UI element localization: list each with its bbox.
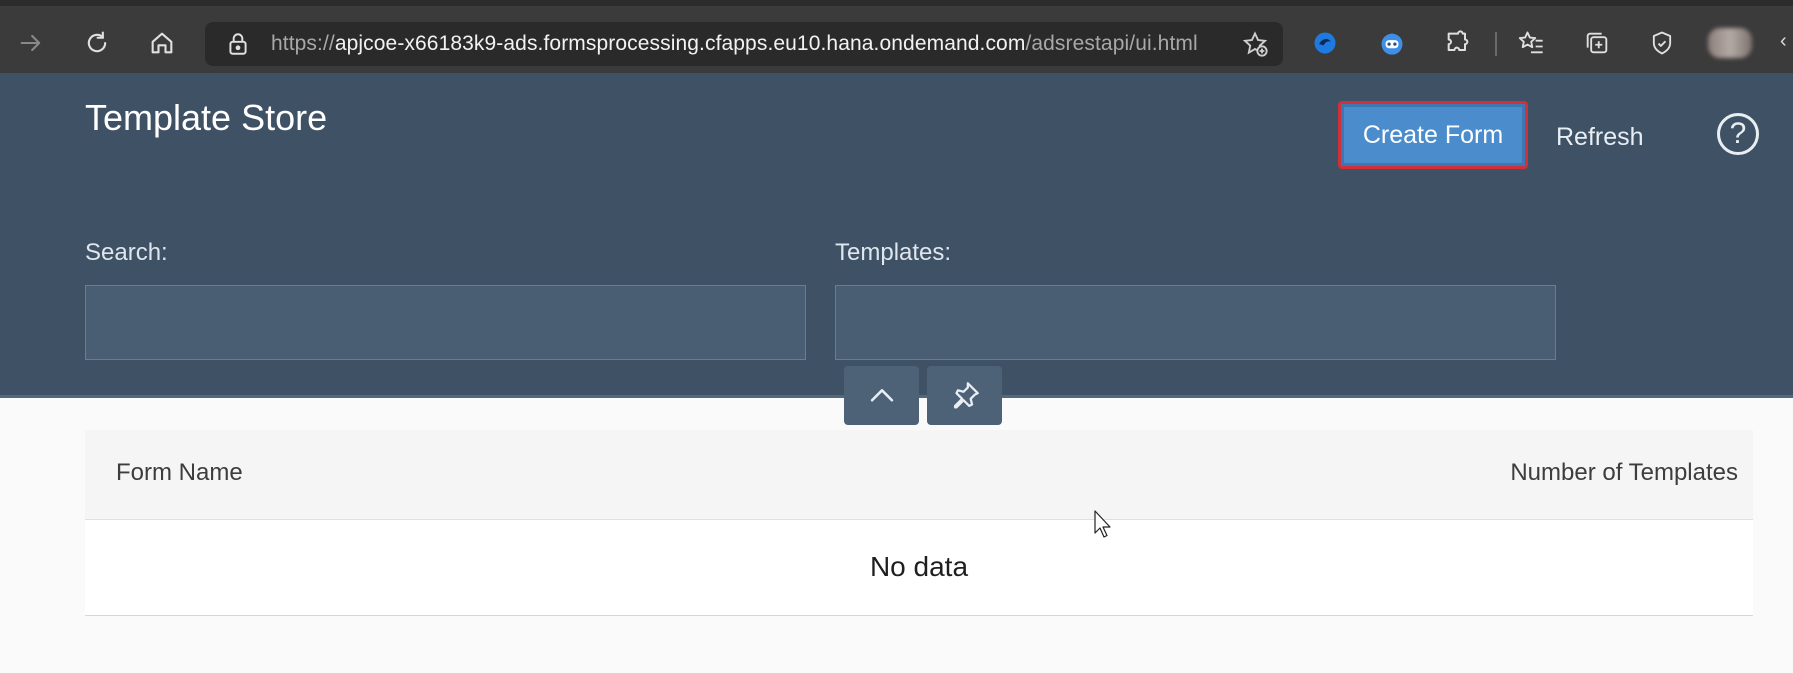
empty-state-text: No data [85, 519, 1753, 616]
templates-input[interactable] [835, 285, 1556, 360]
robot-extension-icon[interactable] [1373, 24, 1411, 62]
add-favorite-icon[interactable] [1241, 30, 1269, 58]
column-number-of-templates[interactable]: Number of Templates [1510, 459, 1738, 487]
search-label: Search: [85, 239, 168, 266]
page-title: Template Store [85, 97, 328, 138]
puzzle-extensions-icon[interactable] [1439, 24, 1477, 62]
more-options-icon[interactable]: ‹ [1780, 30, 1793, 58]
url-text: https://apjcoe-x66183k9-ads.formsprocess… [271, 32, 1198, 55]
help-symbol: ? [1729, 117, 1747, 150]
browser-tab-strip [0, 0, 1793, 6]
forms-table: Form Name Number of Templates No data [85, 430, 1753, 616]
favorites-list-icon[interactable] [1512, 24, 1550, 62]
performance-icon[interactable] [1643, 24, 1681, 62]
templates-label: Templates: [835, 239, 952, 266]
collections-icon[interactable] [1578, 24, 1616, 62]
forward-icon[interactable] [12, 24, 50, 62]
refresh-icon[interactable] [78, 24, 116, 62]
pin-icon [953, 381, 979, 408]
extension-blue-icon[interactable] [1306, 24, 1344, 62]
create-form-button[interactable]: Create Form [1338, 101, 1528, 169]
browser-toolbar: https://apjcoe-x66183k9-ads.formsprocess… [0, 0, 1793, 73]
collapse-header-button[interactable] [844, 366, 919, 425]
pin-header-button[interactable] [927, 366, 1002, 425]
app-header: Template Store Create Form Refresh ? Sea… [0, 73, 1793, 398]
column-form-name[interactable]: Form Name [116, 459, 243, 487]
refresh-button[interactable]: Refresh [1556, 117, 1644, 157]
chevron-up-icon [870, 388, 893, 402]
home-icon[interactable] [143, 24, 181, 62]
search-input[interactable] [85, 285, 806, 360]
table-header: Form Name Number of Templates [85, 430, 1753, 520]
toolbar-separator [1495, 32, 1497, 56]
mouse-cursor-icon [1094, 510, 1111, 538]
help-icon[interactable]: ? [1717, 113, 1759, 155]
lock-icon[interactable] [225, 31, 251, 57]
profile-avatar[interactable] [1708, 28, 1752, 58]
address-bar[interactable]: https://apjcoe-x66183k9-ads.formsprocess… [205, 22, 1283, 66]
